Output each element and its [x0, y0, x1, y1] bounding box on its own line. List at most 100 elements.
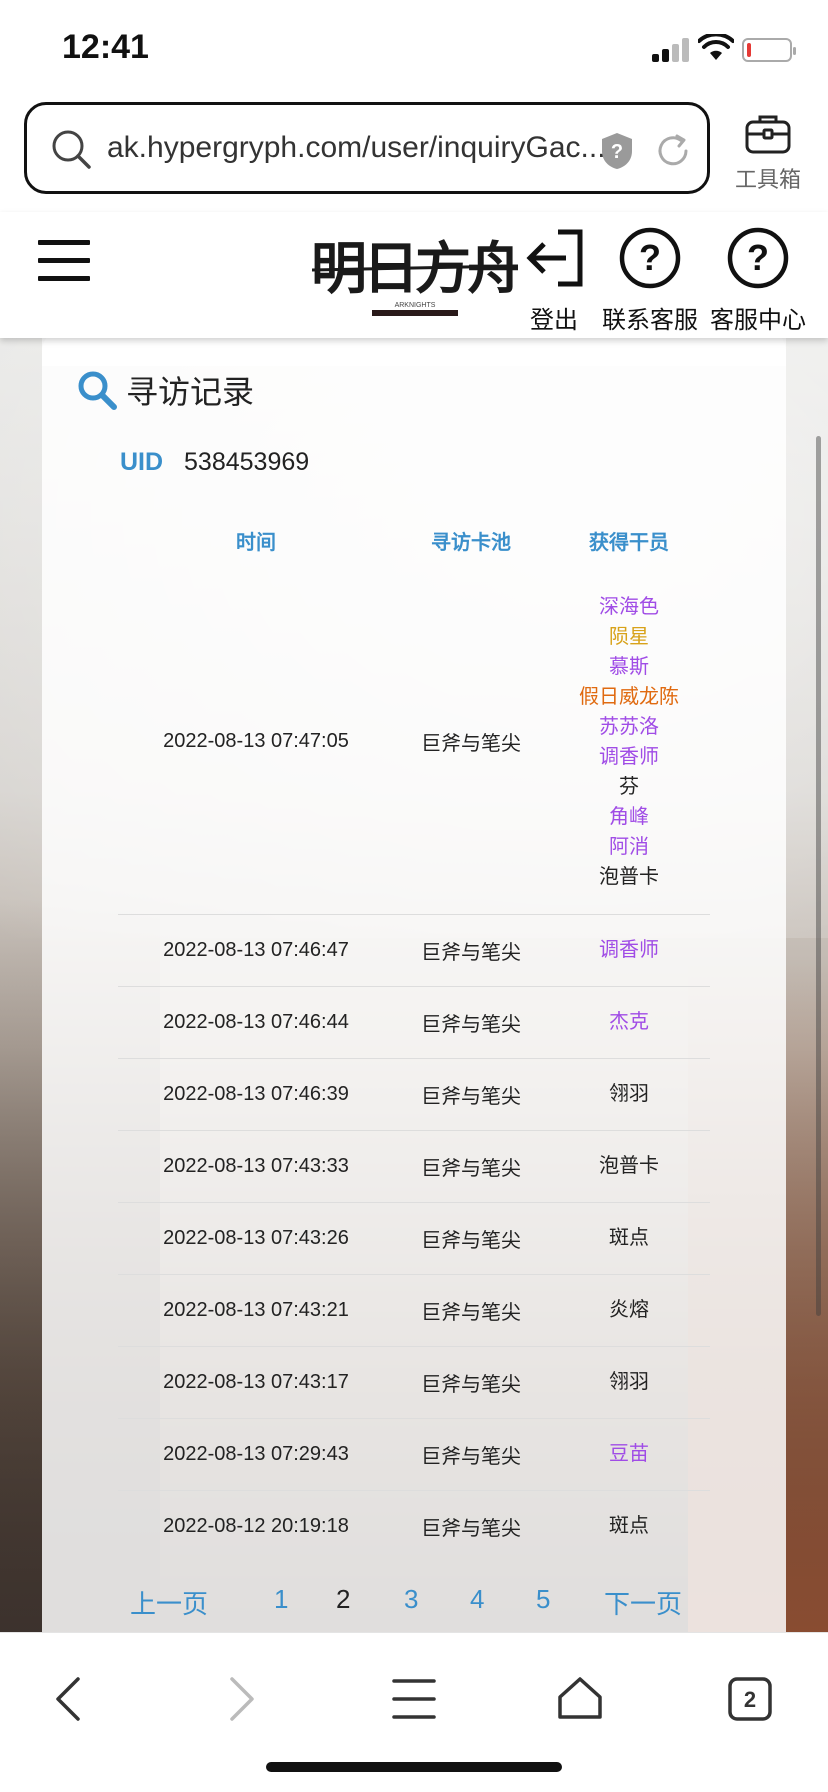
uid-label: UID — [120, 448, 164, 476]
address-bar[interactable]: ak.hypergryph.com/user/inquiryGac... ? — [24, 102, 710, 194]
records-body: 2022-08-13 07:47:05 巨斧与笔尖 深海色陨星慕斯假日威龙陈苏苏洛调… — [118, 570, 710, 1562]
operator-name: 斑点 — [609, 1227, 649, 1249]
operator-name: 假日威龙陈 — [579, 685, 679, 708]
operator-name: 斑点 — [609, 1515, 649, 1538]
operator-name: 深海色 — [599, 595, 659, 618]
record-pool: 巨斧与笔尖 — [421, 733, 521, 756]
operator-name: 炎熔 — [609, 1299, 649, 1321]
record-operators: 斑点 — [548, 1489, 710, 1562]
record-time: 2022-08-13 07:47:05 — [163, 730, 349, 753]
record-pool: 巨斧与笔尖 — [394, 913, 548, 986]
service-center-label: 客服中心 — [710, 307, 806, 334]
record-pool: 巨斧与笔尖 — [394, 1129, 548, 1202]
status-bar: 12:41 — [0, 0, 828, 100]
status-time: 12:41 — [62, 28, 149, 66]
signal-icon — [652, 38, 692, 62]
tab-count: 2 — [744, 1687, 756, 1712]
record-time: 2022-08-13 07:46:47 — [118, 913, 394, 986]
toolbox-button[interactable]: 工具箱 — [728, 112, 808, 202]
column-pool: 寻访卡池 — [431, 531, 511, 554]
operator-name: 泡普卡 — [599, 865, 659, 888]
record-pool: 巨斧与笔尖 — [394, 1273, 548, 1346]
record-operators: 翎羽 — [548, 1057, 710, 1130]
shield-question-icon[interactable]: ? — [599, 131, 635, 171]
record-pool: 巨斧与笔尖 — [394, 1345, 548, 1418]
table-row: 2022-08-13 07:29:43 巨斧与笔尖 豆苗 — [118, 1417, 710, 1490]
contact-service-button[interactable]: ? 联系客服 — [602, 226, 698, 335]
logout-icon — [526, 229, 583, 287]
service-center-button[interactable]: ? 客服中心 — [710, 226, 806, 335]
record-operators: 杰克 — [548, 985, 710, 1058]
record-operators: 深海色 陨星 慕斯 假日威龙陈 苏苏洛 调香师芬角峰 阿消 泡普卡 — [548, 570, 710, 914]
url-text[interactable]: ak.hypergryph.com/user/inquiryGac... — [107, 131, 617, 165]
operator-name: 陨星 — [609, 625, 649, 648]
card-title: 寻访记录 — [76, 368, 254, 412]
record-operators: 豆苗 — [548, 1417, 710, 1490]
record-operators: 调香师 — [548, 913, 710, 986]
hamburger-icon[interactable] — [38, 240, 90, 281]
question-circle-icon: ? — [727, 227, 789, 289]
tabs-icon[interactable]: 2 — [720, 1669, 780, 1729]
page-link-1[interactable]: 1 — [274, 1584, 288, 1615]
uid-row: UID 538453969 — [120, 448, 309, 477]
logout-label: 登出 — [530, 307, 578, 334]
arknights-logo: 明日方舟 ARKNIGHTS — [312, 236, 518, 316]
question-circle-icon: ? — [619, 227, 681, 289]
svg-text:?: ? — [747, 237, 769, 278]
uid-value: 538453969 — [184, 448, 310, 476]
operator-name: 苏苏洛 — [599, 715, 659, 738]
operator-name: 调香师 — [599, 939, 659, 961]
prev-page-link[interactable]: 上一页 — [130, 1584, 208, 1621]
svg-text:?: ? — [639, 237, 661, 278]
page-link-4[interactable]: 4 — [470, 1584, 484, 1615]
next-page-link[interactable]: 下一页 — [604, 1584, 682, 1621]
record-operators: 泡普卡 — [548, 1129, 710, 1202]
record-time: 2022-08-13 07:46:44 — [118, 985, 394, 1058]
contact-service-label: 联系客服 — [602, 307, 698, 334]
table-header: 时间 寻访卡池 获得干员 — [118, 510, 710, 570]
page-current-2: 2 — [336, 1584, 351, 1614]
record-time: 2022-08-13 07:43:26 — [118, 1201, 394, 1274]
table-row: 2022-08-13 07:47:05 巨斧与笔尖 深海色陨星慕斯假日威龙陈苏苏洛调… — [118, 570, 710, 914]
card-title-text: 寻访记录 — [126, 374, 255, 410]
svg-text:?: ? — [611, 141, 623, 163]
column-time: 时间 — [236, 531, 276, 554]
reload-icon[interactable] — [655, 133, 691, 169]
battery-icon — [742, 38, 796, 62]
record-operators: 翎羽 — [548, 1345, 710, 1418]
logout-button[interactable]: 登出 — [522, 226, 586, 335]
toolbox-label: 工具箱 — [734, 167, 801, 192]
table-row: 2022-08-13 07:46:47 巨斧与笔尖 调香师 — [118, 913, 710, 986]
table-row: 2022-08-13 07:43:33 巨斧与笔尖 泡普卡 — [118, 1129, 710, 1202]
record-time: 2022-08-13 07:43:21 — [118, 1273, 394, 1346]
operator-name: 慕斯 — [609, 655, 649, 678]
operator-name: 豆苗 — [609, 1443, 649, 1465]
page-link-3[interactable]: 3 — [404, 1584, 418, 1615]
site-header: 明日方舟 ARKNIGHTS 登出 ? 联系客服 ? 客服中心 — [0, 212, 828, 338]
forward-icon[interactable] — [210, 1669, 270, 1729]
record-pool: 巨斧与笔尖 — [394, 1489, 548, 1562]
table-row: 2022-08-13 07:46:44 巨斧与笔尖 杰克 — [118, 985, 710, 1058]
record-time: 2022-08-12 20:19:18 — [118, 1489, 394, 1562]
pagination: 上一页 1 2 3 4 5 下一页 — [130, 1584, 698, 1624]
operator-name: 杰克 — [609, 1011, 649, 1033]
table-row: 2022-08-13 07:43:17 巨斧与笔尖 翎羽 — [118, 1345, 710, 1418]
operator-name: 角峰 — [609, 805, 649, 828]
search-icon — [78, 371, 117, 410]
operator-name: 调香师 — [599, 745, 659, 768]
home-icon[interactable] — [550, 1669, 610, 1729]
menu-icon[interactable] — [384, 1669, 444, 1729]
record-pool: 巨斧与笔尖 — [394, 985, 548, 1058]
record-time: 2022-08-13 07:29:43 — [118, 1417, 394, 1490]
record-operators: 炎熔 — [548, 1273, 710, 1346]
table-row: 2022-08-13 07:46:39 巨斧与笔尖 翎羽 — [118, 1057, 710, 1130]
record-time: 2022-08-13 07:43:33 — [118, 1129, 394, 1202]
record-pool: 巨斧与笔尖 — [394, 1417, 548, 1490]
page-scrollbar[interactable] — [816, 436, 821, 1316]
record-time: 2022-08-13 07:46:39 — [118, 1057, 394, 1130]
back-icon[interactable] — [40, 1669, 100, 1729]
record-operators: 斑点 — [548, 1201, 710, 1274]
table-row: 2022-08-13 07:43:26 巨斧与笔尖 斑点 — [118, 1201, 710, 1274]
page-link-5[interactable]: 5 — [536, 1584, 550, 1615]
operator-name: 翎羽 — [609, 1083, 649, 1105]
